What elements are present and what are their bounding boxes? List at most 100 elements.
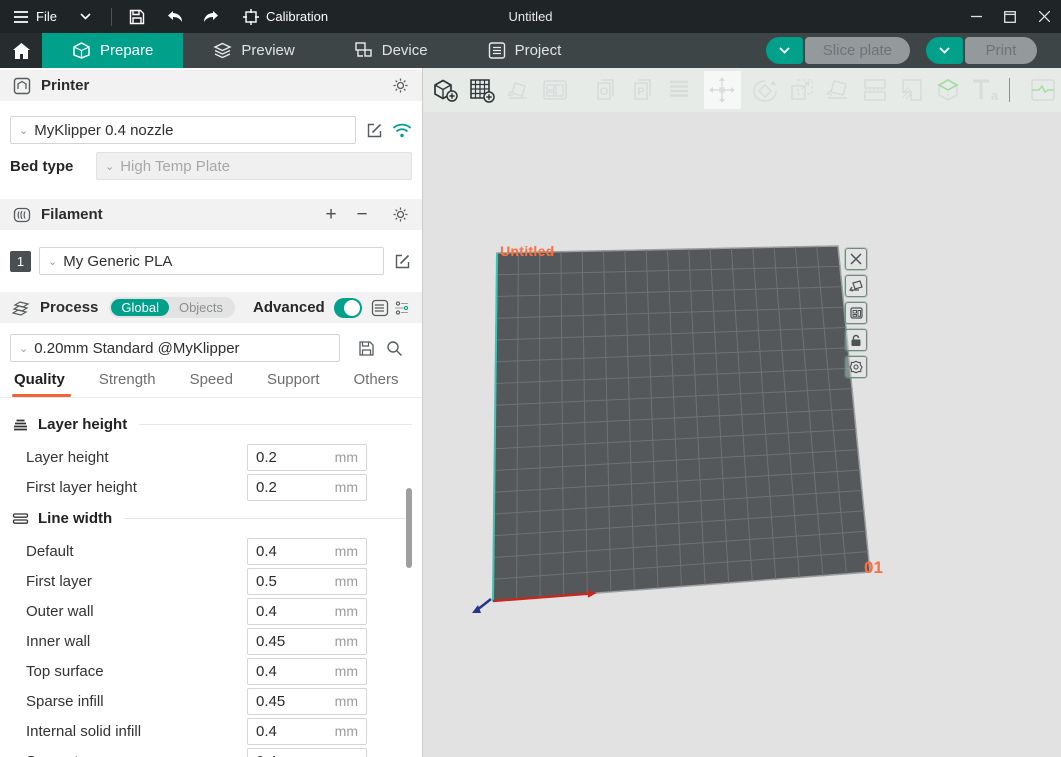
home-button[interactable]: [0, 33, 42, 68]
build-plate[interactable]: [423, 112, 1061, 757]
move-icon[interactable]: [704, 71, 741, 109]
param-input[interactable]: 0.2 mm: [247, 444, 367, 471]
param-input[interactable]: 0.5 mm: [247, 568, 367, 595]
filament-preset-select[interactable]: ⌄ My Generic PLA: [39, 247, 384, 275]
process-preset-value: 0.20mm Standard @MyKlipper: [34, 340, 239, 357]
process-preset-select[interactable]: ⌄ 0.20mm Standard @MyKlipper: [10, 334, 340, 362]
tab-support[interactable]: Support: [267, 371, 320, 397]
support-paint-icon[interactable]: [893, 71, 930, 109]
split-to-parts-icon[interactable]: P: [624, 71, 661, 109]
divider: [139, 424, 412, 425]
color-paint-icon[interactable]: [930, 71, 967, 109]
tab-others[interactable]: Others: [354, 371, 399, 397]
hamburger-icon: [12, 8, 30, 26]
scope-global[interactable]: Global: [111, 299, 169, 316]
undo-icon[interactable]: [166, 8, 184, 26]
add-object-icon[interactable]: [427, 71, 464, 109]
tab-device[interactable]: Device: [325, 33, 458, 68]
add-filament-button[interactable]: +: [320, 204, 342, 226]
lock-plate-icon[interactable]: [845, 329, 867, 351]
param-input[interactable]: 0.45 mm: [247, 688, 367, 715]
print-button[interactable]: Print: [965, 37, 1037, 64]
delete-plate-icon[interactable]: [845, 248, 867, 270]
calibration-button[interactable]: Calibration: [242, 8, 328, 26]
param-group: Layer height Layer height 0.2 mm First l…: [0, 414, 422, 502]
file-menu[interactable]: File: [12, 8, 57, 26]
param-input[interactable]: 0.4 mm: [247, 538, 367, 565]
param-value: 0.5: [256, 573, 335, 590]
sidebar-scrollbar[interactable]: [406, 488, 412, 568]
param-label: First layer height: [26, 479, 247, 496]
slice-plate-button[interactable]: Slice plate: [805, 37, 910, 64]
print-options-button[interactable]: [926, 37, 963, 64]
filament-icon: [12, 205, 32, 225]
param-unit: mm: [335, 663, 358, 679]
chevron-down-icon[interactable]: [77, 8, 95, 26]
filament-settings-gear-icon[interactable]: [390, 205, 410, 225]
param-label: Outer wall: [26, 603, 247, 620]
process-scope-toggle[interactable]: Global Objects: [109, 297, 235, 318]
compare-presets-icon[interactable]: [394, 298, 410, 318]
printer-preset-select[interactable]: ⌄ MyKlipper 0.4 nozzle: [10, 116, 356, 144]
rotate-icon[interactable]: [747, 71, 784, 109]
plate-settings-icon[interactable]: [845, 356, 867, 378]
tab-speed[interactable]: Speed: [190, 371, 233, 397]
slice-options-button[interactable]: [766, 37, 803, 64]
param-row: Outer wall 0.4 mm: [0, 596, 422, 626]
scope-objects[interactable]: Objects: [169, 299, 233, 316]
param-value: 0.2: [256, 449, 335, 466]
tab-quality[interactable]: Quality: [14, 371, 65, 397]
search-preset-icon[interactable]: [384, 338, 404, 358]
redo-icon[interactable]: [202, 8, 220, 26]
viewport-3d: O P: [423, 68, 1061, 757]
edit-printer-icon[interactable]: [364, 120, 384, 140]
printer-connection-wifi-icon[interactable]: [392, 120, 412, 140]
save-preset-icon[interactable]: [356, 338, 376, 358]
variable-layer-height-icon[interactable]: [661, 71, 698, 109]
orient-plate-icon[interactable]: [845, 275, 867, 297]
tab-prepare[interactable]: Prepare: [42, 33, 183, 68]
param-input[interactable]: 0.2 mm: [247, 474, 367, 501]
param-row: Layer height 0.2 mm: [0, 442, 422, 472]
chevron-down-icon: ⌄: [105, 160, 114, 173]
place-on-face-icon[interactable]: [820, 71, 857, 109]
edit-filament-icon[interactable]: [392, 251, 412, 271]
minimize-button[interactable]: [959, 0, 993, 33]
cut-icon[interactable]: [857, 71, 894, 109]
maximize-button[interactable]: [993, 0, 1027, 33]
text-tool-icon[interactable]: a: [967, 71, 1004, 109]
save-icon[interactable]: [128, 8, 146, 26]
param-input[interactable]: 0.4 mm: [247, 658, 367, 685]
param-row: Support 0.4 mm: [0, 746, 422, 757]
arrange-icon[interactable]: [537, 71, 574, 109]
assembly-icon[interactable]: [1024, 71, 1061, 109]
tab-preview[interactable]: Preview: [183, 33, 324, 68]
add-plate-icon[interactable]: [464, 71, 501, 109]
param-unit: mm: [335, 543, 358, 559]
split-to-objects-icon[interactable]: O: [588, 71, 625, 109]
build-plate-canvas[interactable]: Untitled 01: [423, 112, 1061, 757]
close-button[interactable]: [1027, 0, 1061, 33]
auto-orient-icon[interactable]: [500, 71, 537, 109]
prepare-icon: [72, 42, 91, 59]
param-unit: mm: [335, 723, 358, 739]
param-input[interactable]: 0.4 mm: [247, 718, 367, 745]
param-value: 0.4: [256, 663, 335, 680]
arrange-plate-icon[interactable]: [845, 302, 867, 324]
bed-type-select[interactable]: ⌄ High Temp Plate: [96, 152, 412, 180]
filament-slot-number[interactable]: 1: [10, 251, 31, 272]
remove-filament-button[interactable]: −: [351, 204, 373, 226]
param-input[interactable]: 0.4 mm: [247, 598, 367, 625]
tab-project[interactable]: Project: [458, 33, 592, 68]
advanced-toggle[interactable]: [334, 298, 362, 318]
app-window: Untitled File: [0, 0, 1061, 757]
param-input[interactable]: 0.45 mm: [247, 628, 367, 655]
scale-icon[interactable]: [783, 71, 820, 109]
bed-type-value: High Temp Plate: [120, 158, 230, 175]
param-input[interactable]: 0.4 mm: [247, 748, 367, 757]
tab-strength[interactable]: Strength: [99, 371, 156, 397]
settings-sidebar: Printer ⌄ MyKlipper 0.4 nozzle: [0, 68, 423, 757]
printer-settings-gear-icon[interactable]: [390, 76, 410, 96]
parameter-list-icon[interactable]: [371, 298, 389, 318]
param-row: Internal solid infill 0.4 mm: [0, 716, 422, 746]
